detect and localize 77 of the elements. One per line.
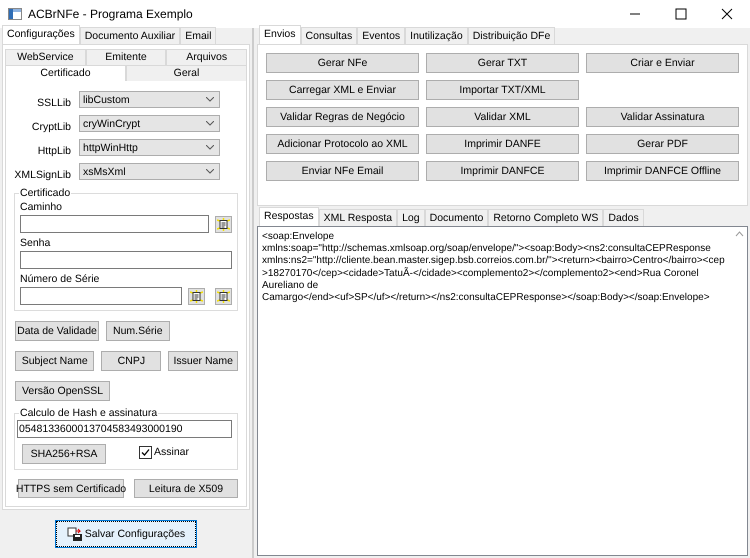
action-button[interactable]: Data de Validade [15,321,99,341]
tab[interactable]: XML Resposta [318,209,398,226]
action-button[interactable]: Criar e Enviar [586,53,739,73]
window-title: ACBrNFe - Programa Exemplo [28,7,194,21]
browse-button[interactable] [188,288,205,304]
browse-button[interactable] [215,216,232,232]
action-button[interactable]: Validar Assinatura [586,107,739,127]
action-button[interactable]: Enviar NFe Email [266,161,419,181]
tab[interactable]: WebService [5,49,86,65]
action-button[interactable]: Importar TXT/XML [426,80,579,100]
caret-icon [206,121,214,126]
action-button[interactable]: CNPJ [101,351,162,371]
tab[interactable]: Retorno Completo WS [488,209,604,226]
action-button[interactable]: Validar XML [426,107,579,127]
tab[interactable]: Log [397,209,425,226]
tab[interactable]: Emitente [86,49,166,65]
field-label: Senha [20,237,52,249]
field-label: CryptLib [30,120,72,132]
action-button[interactable]: Leitura de X509 [134,479,238,498]
group-title: Calculo de Hash e assinatura [19,407,158,419]
input-field[interactable]: 0548133600013704583493000190 [17,420,232,438]
caret-icon [206,145,214,150]
tab[interactable]: Documento Auxiliar [80,27,180,44]
action-button[interactable]: Gerar NFe [266,53,419,73]
tab[interactable]: Eventos [357,27,406,44]
tab[interactable]: Consultas [300,27,358,44]
tab[interactable]: Geral [126,65,247,81]
tab[interactable]: Dados [603,209,644,226]
input-field[interactable] [20,287,182,305]
tab[interactable]: Arquivos [166,49,248,65]
save-icon [66,526,83,542]
app-icon [8,8,22,20]
action-button[interactable]: Gerar TXT [426,53,579,73]
response-text: <soap:Envelope xmlns:soap="http://schemas.xmlsoap.org/soap/envelope/"><soap:Body><ns2:consultaCEPResponse xmlns:ns2="http://cliente.bean.master.sigep.bsb.correios.com.br/"><return><bairro>Centro</bairro><cep >18270170</cep><cidade>TatuÃ-</cidade><complemento2></complemento2><end>Rua Coronel Aureliano de Camargo</end><uf>SP</uf></return></ns2:consultaCEPResponse></soap:Body></soap:Envelope> [262,231,725,304]
dropdown[interactable]: xsMsXml [79,163,220,180]
field-label: Caminho [20,201,64,213]
action-button[interactable]: HTTPS sem Certificado [18,479,124,498]
action-button[interactable]: Imprimir DANFE [426,134,579,154]
field-label: SSLLib [36,96,72,108]
action-button[interactable]: Carregar XML e Enviar [266,80,419,100]
action-button[interactable]: Validar Regras de Negócio [266,107,419,127]
tab[interactable]: Envios [259,25,301,44]
document-icon [217,290,230,302]
dropdown[interactable]: cryWinCrypt [79,115,220,132]
checkbox[interactable] [139,446,152,458]
action-button[interactable]: Adicionar Protocolo ao XML [266,134,419,154]
save-button[interactable]: Salvar Configurações [56,521,196,547]
caret-icon [206,97,214,102]
action-button[interactable]: Issuer Name [168,351,238,371]
browse-button[interactable] [215,288,232,304]
tab[interactable]: Certificado [5,65,126,81]
action-button[interactable]: Gerar PDF [586,134,739,154]
input-field[interactable] [20,215,209,233]
group-title: Certificado [19,187,72,199]
tab[interactable]: Documento [424,209,488,226]
document-icon [190,290,203,302]
action-button[interactable]: Subject Name [15,351,94,371]
action-button[interactable]: SHA256+RSA [22,444,106,464]
action-button[interactable]: Versão OpenSSL [15,381,110,401]
field-label: Número de Série [20,273,100,285]
caret-icon [206,169,214,174]
document-icon [217,218,230,230]
input-field[interactable] [20,251,232,269]
tab[interactable]: Inutilização [405,27,468,44]
action-button[interactable]: Imprimir DANFCE Offline [586,161,739,181]
dropdown[interactable]: libCustom [79,91,220,108]
tab[interactable]: Configurações [2,25,80,44]
dropdown[interactable]: httpWinHttp [79,139,220,156]
tab[interactable]: Email [180,27,216,44]
field-label: XMLSignLib [14,168,72,180]
scroll-up-icon[interactable] [735,231,744,237]
tab[interactable]: Respostas [259,207,319,226]
action-button[interactable]: Imprimir DANFCE [426,161,579,181]
checkbox-label: Assinar [154,446,190,458]
tab[interactable]: Distribuição DFe [468,27,556,44]
field-label: HttpLib [36,144,72,156]
action-button[interactable]: Num.Série [106,321,170,341]
